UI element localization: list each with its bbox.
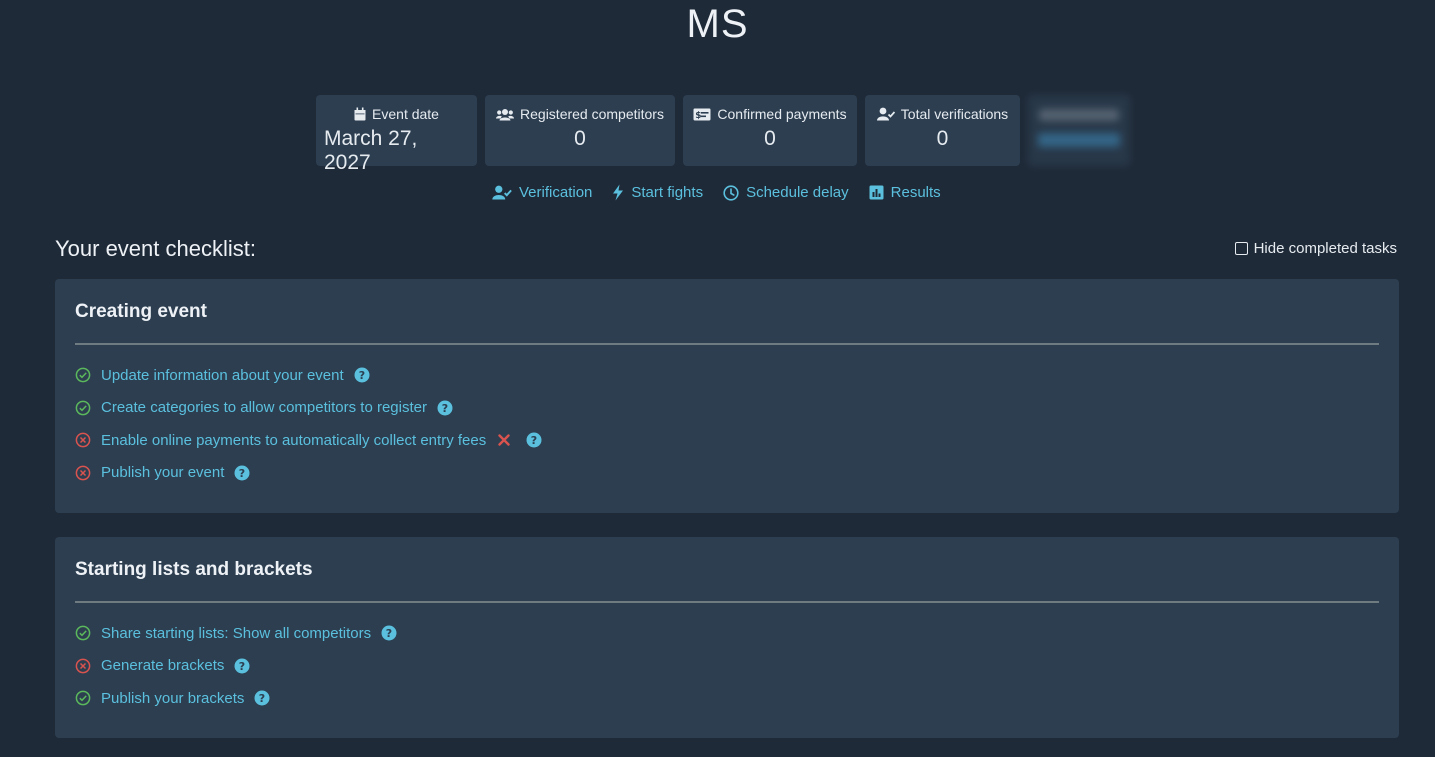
task-item: Publish your event ? bbox=[75, 457, 1379, 490]
task-item: Enable online payments to automatically … bbox=[75, 424, 1379, 457]
task-link[interactable]: Update information about your event bbox=[101, 367, 344, 384]
stat-event-date: Event date March 27, 2027 bbox=[316, 95, 477, 174]
stat-total-verifications: Total verifications 0 bbox=[865, 95, 1020, 166]
stat-label: Registered competitors bbox=[520, 106, 664, 122]
chart-icon bbox=[869, 185, 884, 200]
task-item: Share starting lists: Show all competito… bbox=[75, 617, 1379, 650]
check-circle-icon bbox=[75, 625, 91, 641]
close-icon[interactable] bbox=[498, 434, 510, 446]
blurred-label bbox=[1039, 109, 1119, 121]
help-icon[interactable]: ? bbox=[234, 465, 250, 481]
task-item: Update information about your event ? bbox=[75, 359, 1379, 392]
stat-label: Event date bbox=[372, 106, 439, 122]
task-item: Generate brackets ? bbox=[75, 650, 1379, 683]
section-title: Creating event bbox=[75, 301, 207, 322]
task-link[interactable]: Publish your event bbox=[101, 464, 224, 481]
hide-completed-label: Hide completed tasks bbox=[1253, 240, 1397, 257]
schedule-delay-link[interactable]: Schedule delay bbox=[723, 184, 849, 201]
task-link[interactable]: Publish your brackets bbox=[101, 690, 244, 707]
task-link[interactable]: Create categories to allow competitors t… bbox=[101, 399, 427, 416]
svg-text:?: ? bbox=[386, 627, 392, 640]
verification-link[interactable]: Verification bbox=[492, 184, 592, 201]
user-check-icon bbox=[876, 107, 895, 121]
stats-bar: Event date March 27, 2027 Registered com… bbox=[316, 95, 1130, 174]
action-links: Verification Start fights Schedule delay… bbox=[492, 184, 941, 201]
check-circle-icon bbox=[75, 400, 91, 416]
users-icon bbox=[496, 108, 515, 121]
x-circle-icon bbox=[75, 432, 91, 448]
check-circle-icon bbox=[75, 690, 91, 706]
help-icon[interactable]: ? bbox=[526, 432, 542, 448]
divider bbox=[75, 601, 1379, 603]
svg-text:?: ? bbox=[259, 692, 265, 705]
help-icon[interactable]: ? bbox=[354, 367, 370, 383]
svg-text:?: ? bbox=[442, 402, 448, 415]
user-check-icon bbox=[492, 185, 512, 200]
svg-text:$: $ bbox=[696, 111, 702, 121]
bolt-icon bbox=[612, 184, 624, 201]
stat-label: Confirmed payments bbox=[717, 106, 847, 122]
help-icon[interactable]: ? bbox=[234, 658, 250, 674]
action-label: Start fights bbox=[631, 184, 704, 201]
task-item: Create categories to allow competitors t… bbox=[75, 392, 1379, 425]
stat-value: March 27, 2027 bbox=[324, 127, 418, 174]
section-title: Starting lists and brackets bbox=[75, 559, 313, 580]
x-circle-icon bbox=[75, 658, 91, 674]
hide-completed-toggle[interactable]: Hide completed tasks bbox=[1234, 240, 1397, 257]
action-label: Results bbox=[890, 184, 941, 201]
stat-value: 0 bbox=[936, 127, 949, 150]
page-title: MS bbox=[686, 2, 749, 46]
svg-text:?: ? bbox=[531, 434, 537, 447]
stat-label: Total verifications bbox=[900, 106, 1009, 122]
help-icon[interactable]: ? bbox=[254, 690, 270, 706]
divider bbox=[75, 343, 1379, 345]
hide-completed-checkbox[interactable] bbox=[1234, 242, 1248, 255]
blurred-value bbox=[1038, 133, 1120, 147]
stat-value: 0 bbox=[574, 127, 586, 150]
action-label: Schedule delay bbox=[746, 184, 849, 201]
money-check-icon: $ bbox=[693, 108, 711, 121]
help-icon[interactable]: ? bbox=[437, 400, 453, 416]
section-starting-lists-brackets: Starting lists and brackets Share starti… bbox=[55, 537, 1399, 738]
stat-confirmed-payments: $ Confirmed payments 0 bbox=[683, 95, 857, 166]
x-circle-icon bbox=[75, 465, 91, 481]
checklist-heading: Your event checklist: bbox=[55, 236, 256, 261]
task-item: Publish your brackets ? bbox=[75, 682, 1379, 715]
calendar-icon bbox=[354, 107, 366, 121]
clock-icon bbox=[723, 184, 739, 201]
help-icon[interactable]: ? bbox=[381, 625, 397, 641]
svg-text:?: ? bbox=[358, 369, 364, 382]
results-link[interactable]: Results bbox=[869, 184, 941, 201]
svg-text:?: ? bbox=[239, 660, 245, 673]
stat-value: 0 bbox=[764, 127, 776, 150]
stat-blurred bbox=[1028, 95, 1130, 166]
task-link[interactable]: Share starting lists: Show all competito… bbox=[101, 625, 371, 642]
task-link[interactable]: Generate brackets bbox=[101, 657, 224, 674]
svg-text:?: ? bbox=[239, 467, 245, 480]
start-fights-link[interactable]: Start fights bbox=[612, 184, 703, 201]
check-circle-icon bbox=[75, 367, 91, 383]
action-label: Verification bbox=[519, 184, 593, 201]
stat-registered-competitors: Registered competitors 0 bbox=[485, 95, 675, 166]
section-creating-event: Creating event Update information about … bbox=[55, 279, 1399, 513]
task-link[interactable]: Enable online payments to automatically … bbox=[101, 432, 486, 449]
